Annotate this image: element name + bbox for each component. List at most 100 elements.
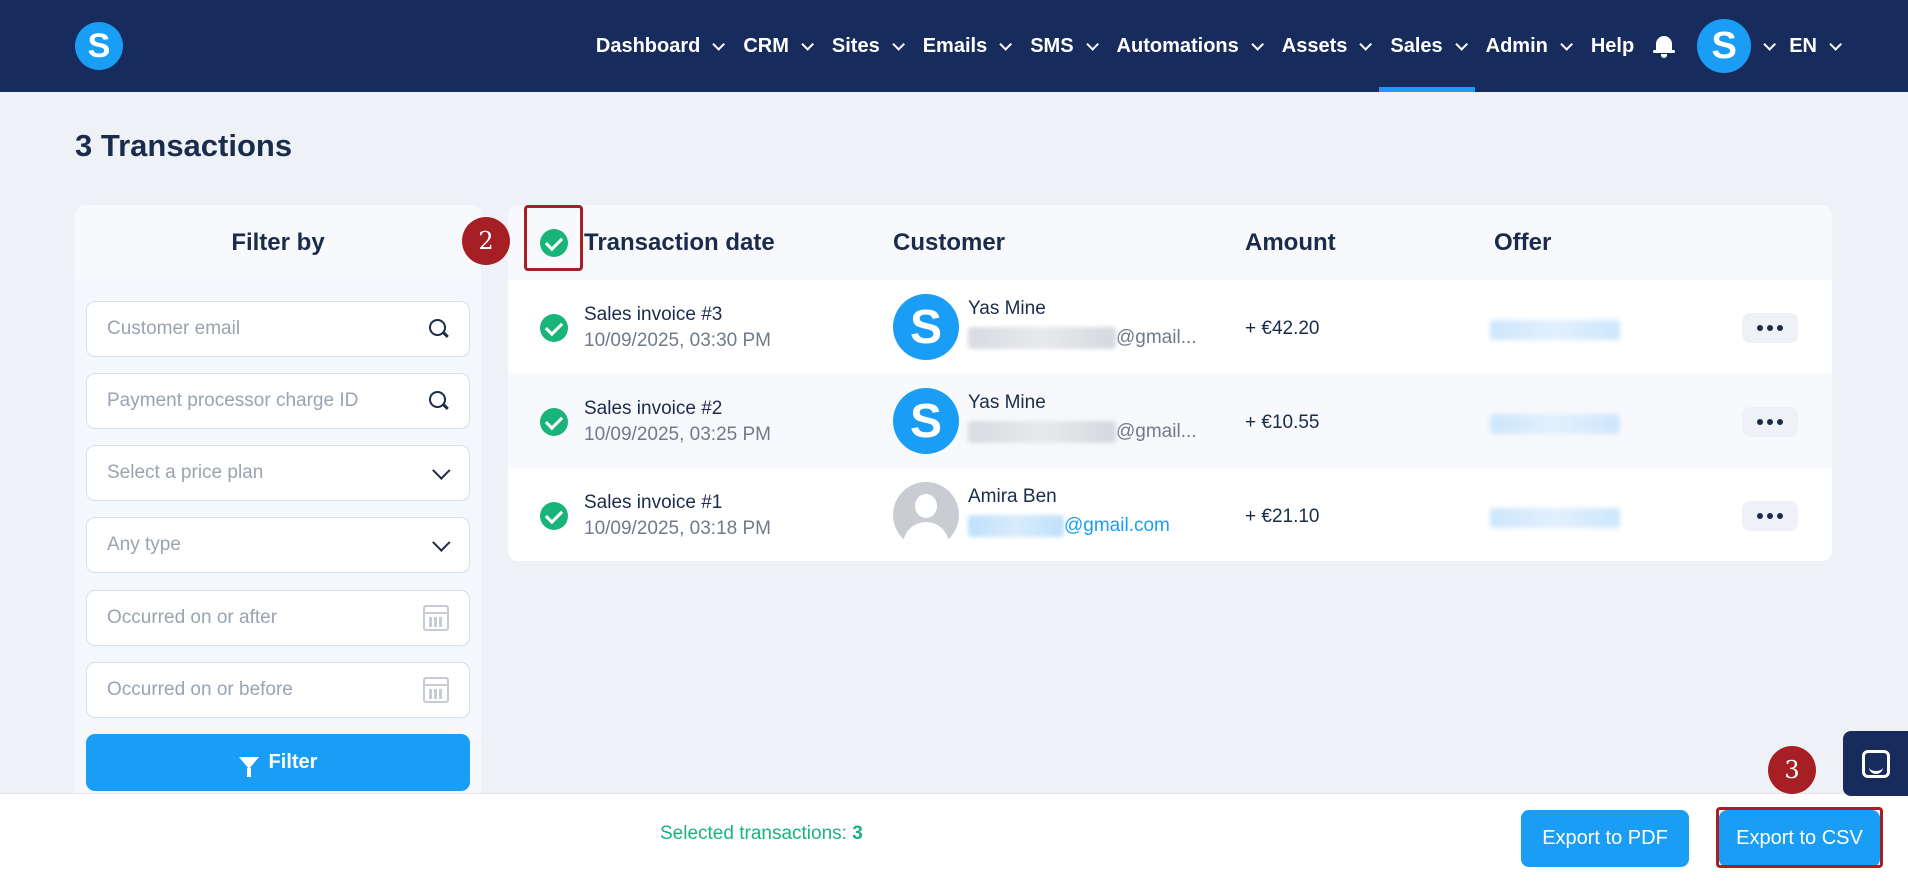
annotation-highlight-select-all: [524, 205, 583, 271]
page-title: 3 Transactions: [75, 128, 293, 163]
nav-assets[interactable]: Assets: [1271, 0, 1380, 92]
app-logo[interactable]: S: [75, 22, 123, 70]
chevron-down-icon: [712, 37, 726, 51]
row-checkbox[interactable]: [540, 314, 568, 342]
filter-button-label: Filter: [268, 751, 318, 773]
nav-help[interactable]: Help: [1580, 0, 1645, 92]
redacted-offer[interactable]: [1490, 320, 1620, 340]
col-transaction-date[interactable]: Transaction date: [584, 205, 775, 280]
nav-sites-label: Sites: [831, 34, 880, 57]
chevron-down-icon: [432, 532, 451, 552]
notifications-bell-icon[interactable]: [1653, 34, 1676, 58]
customer-name[interactable]: Yas Mine: [968, 298, 1046, 320]
row-checkbox[interactable]: [540, 408, 568, 436]
col-customer[interactable]: Customer: [893, 205, 1005, 280]
table-row[interactable]: Sales invoice #1 10/09/2025, 03:18 PM Am…: [508, 468, 1832, 561]
nav-admin[interactable]: Admin: [1475, 0, 1580, 92]
col-amount[interactable]: Amount: [1245, 205, 1336, 280]
customer-name[interactable]: Amira Ben: [968, 486, 1057, 508]
row-actions-button[interactable]: [1742, 501, 1798, 531]
filter-button[interactable]: Filter: [86, 734, 470, 791]
funnel-icon: [238, 756, 259, 777]
invoice-date: 10/09/2025, 03:18 PM: [584, 518, 771, 539]
nav-dashboard-label: Dashboard: [595, 34, 701, 57]
redacted-offer[interactable]: [1490, 414, 1620, 434]
nav-sms[interactable]: SMS: [1019, 0, 1105, 92]
chevron-down-icon: [999, 37, 1013, 51]
table-row[interactable]: Sales invoice #2 10/09/2025, 03:25 PM S …: [508, 374, 1832, 468]
row-actions-button[interactable]: [1742, 407, 1798, 437]
default-avatar-icon: [893, 482, 959, 548]
customer-email-domain: @gmail.com: [1064, 515, 1170, 536]
chevron-down-icon: [1763, 37, 1777, 51]
calendar-icon[interactable]: [423, 605, 449, 631]
table-row[interactable]: Sales invoice #3 10/09/2025, 03:30 PM S …: [508, 280, 1832, 374]
customer-email: @gmail...: [968, 421, 1197, 443]
customer-email[interactable]: @gmail.com: [968, 515, 1170, 537]
annotation-highlight-export-csv: [1716, 807, 1883, 868]
nav-crm[interactable]: CRM: [732, 0, 821, 92]
nav-automations-label: Automations: [1116, 34, 1239, 57]
chevron-down-icon: [1251, 37, 1264, 51]
nav-sites[interactable]: Sites: [821, 0, 912, 92]
chat-widget-button[interactable]: [1843, 731, 1908, 796]
user-menu[interactable]: S: [1691, 0, 1778, 92]
redacted-offer[interactable]: [1490, 508, 1620, 528]
redacted-email: [968, 327, 1116, 349]
invoice-title[interactable]: Sales invoice #1: [584, 492, 722, 514]
export-pdf-button[interactable]: Export to PDF: [1521, 810, 1689, 867]
invoice-title[interactable]: Sales invoice #2: [584, 398, 722, 420]
search-icon[interactable]: [429, 319, 449, 339]
occurred-after-date-input[interactable]: Occurred on or after: [86, 590, 470, 646]
row-checkbox[interactable]: [540, 502, 568, 530]
customer-email-input[interactable]: Customer email: [86, 301, 470, 357]
occurred-before-date-input[interactable]: Occurred on or before: [86, 662, 470, 718]
amount: + €21.10: [1245, 506, 1320, 527]
price-plan-placeholder: Select a price plan: [107, 462, 264, 483]
occurred-after-placeholder: Occurred on or after: [107, 607, 278, 628]
language-label: EN: [1789, 34, 1817, 57]
chevron-down-icon: [432, 460, 451, 480]
invoice-title[interactable]: Sales invoice #3: [584, 304, 722, 326]
nav-emails-label: Emails: [922, 34, 988, 57]
row-actions-button[interactable]: [1742, 313, 1798, 343]
customer-email-placeholder: Customer email: [107, 318, 241, 339]
chevron-down-icon: [1454, 37, 1468, 51]
chevron-down-icon: [1829, 37, 1842, 51]
user-avatar: S: [1697, 19, 1752, 73]
nav-dashboard[interactable]: Dashboard: [585, 0, 732, 92]
nav-help-label: Help: [1590, 34, 1635, 57]
customer-email: @gmail...: [968, 327, 1197, 349]
nav-emails[interactable]: Emails: [912, 0, 1019, 92]
type-value: Any type: [107, 534, 181, 555]
redacted-email: [968, 515, 1064, 537]
selected-transactions-status: Selected transactions: 3: [660, 823, 863, 845]
nav-sales-label: Sales: [1390, 34, 1443, 57]
invoice-date: 10/09/2025, 03:30 PM: [584, 330, 771, 351]
language-selector[interactable]: EN: [1778, 0, 1842, 92]
filter-panel: Filter by Customer email Payment process…: [75, 205, 481, 795]
chevron-down-icon: [1085, 37, 1099, 51]
bottom-action-bar: Selected transactions: 3 Export to PDF E…: [0, 793, 1908, 882]
main-nav: Dashboard CRM Sites Emails SMS Automatio…: [585, 0, 1842, 92]
calendar-icon[interactable]: [423, 677, 449, 703]
annotation-step-2: 2: [462, 217, 510, 265]
occurred-before-placeholder: Occurred on or before: [107, 679, 293, 700]
nav-admin-label: Admin: [1485, 34, 1548, 57]
search-icon[interactable]: [429, 391, 449, 411]
customer-email-domain: @gmail...: [1116, 327, 1197, 348]
customer-avatar: S: [893, 294, 959, 360]
selected-label: Selected transactions:: [660, 823, 853, 844]
amount: + €42.20: [1245, 318, 1320, 339]
col-offer[interactable]: Offer: [1494, 205, 1551, 280]
nav-automations[interactable]: Automations: [1106, 0, 1271, 92]
nav-sales[interactable]: Sales: [1379, 0, 1475, 92]
nav-assets-label: Assets: [1281, 34, 1348, 57]
selected-count: 3: [852, 823, 863, 844]
customer-name[interactable]: Yas Mine: [968, 392, 1046, 414]
type-select[interactable]: Any type: [86, 517, 470, 573]
price-plan-select[interactable]: Select a price plan: [86, 445, 470, 501]
charge-id-input[interactable]: Payment processor charge ID: [86, 373, 470, 429]
chevron-down-icon: [891, 37, 905, 51]
customer-email-domain: @gmail...: [1116, 421, 1197, 442]
